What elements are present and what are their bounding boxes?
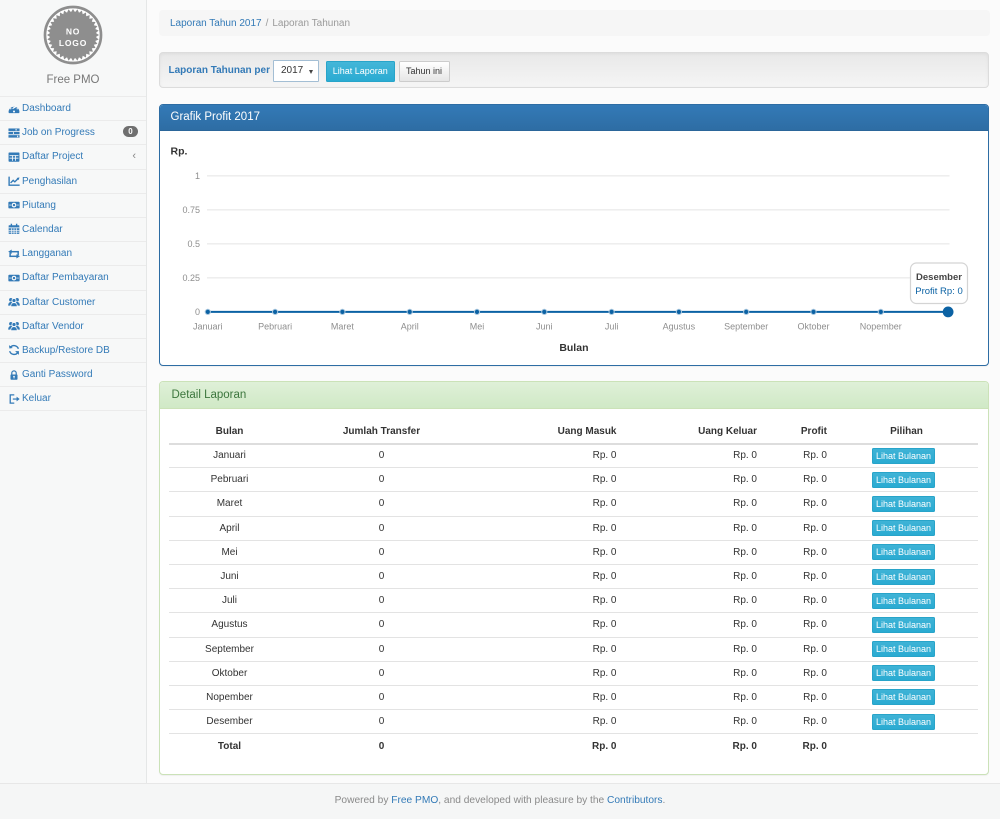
- svg-text:Nopember: Nopember: [859, 321, 901, 331]
- svg-text:NO: NO: [66, 27, 80, 37]
- svg-text:0.75: 0.75: [182, 205, 200, 215]
- svg-text:Mei: Mei: [469, 321, 484, 331]
- svg-text:September: September: [724, 321, 768, 331]
- svg-text:Pebruari: Pebruari: [258, 321, 292, 331]
- svg-text:Oktober: Oktober: [797, 321, 829, 331]
- svg-text:Maret: Maret: [330, 321, 354, 331]
- svg-text:1: 1: [194, 171, 199, 181]
- svg-text:Rp.: Rp.: [170, 145, 187, 157]
- svg-text:April: April: [400, 321, 418, 331]
- svg-text:Juli: Juli: [604, 321, 618, 331]
- svg-text:Juni: Juni: [536, 321, 553, 331]
- svg-text:LOGO: LOGO: [59, 38, 87, 48]
- svg-text:Profit Rp: 0: Profit Rp: 0: [915, 286, 963, 297]
- svg-text:Desember: Desember: [916, 272, 962, 283]
- svg-text:Agustus: Agustus: [662, 321, 695, 331]
- svg-text:0.25: 0.25: [182, 273, 200, 283]
- svg-text:0.5: 0.5: [187, 239, 200, 249]
- svg-text:0: 0: [194, 307, 199, 317]
- svg-text:Januari: Januari: [193, 321, 223, 331]
- svg-text:Bulan: Bulan: [559, 342, 588, 354]
